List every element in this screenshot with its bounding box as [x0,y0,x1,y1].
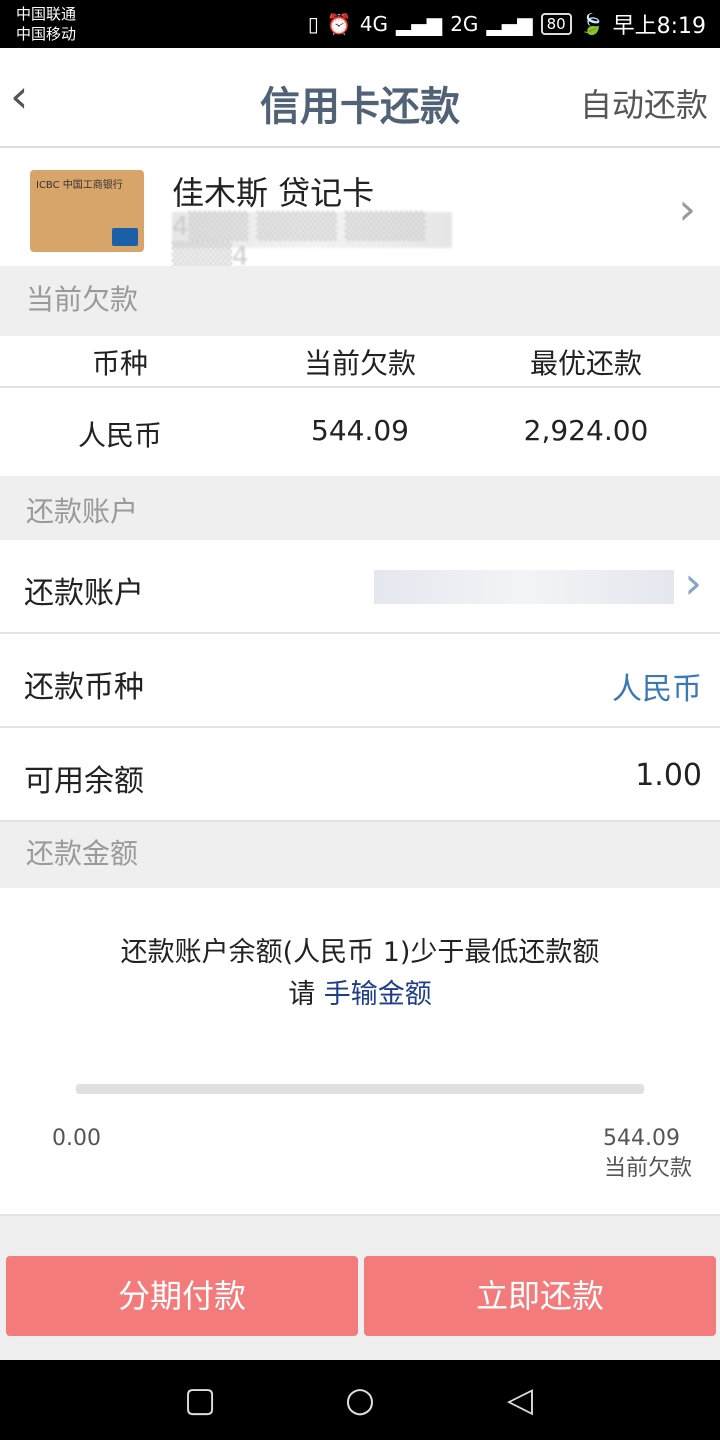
currency-value[interactable]: 人民币 [612,664,702,708]
signal-icon: ▂▄▆ [396,12,443,36]
debt-table: 币种 当前欠款 最优还款 人民币 544.09 2,924.00 [0,336,720,476]
section-amount: 还款金额 [0,822,720,888]
card-number-masked: 4▒▒▒ ▒▒▒▒ ▒▒▒▒ ▒▒▒4 [172,212,452,272]
manual-entry-prompt: 请 手输金额 [0,972,720,1011]
account-label: 还款账户 [24,576,144,611]
insufficient-message: 还款账户余额(人民币 1)少于最低还款额 [120,937,600,968]
nav-bar: ‹ 信用卡还款 自动还款 [0,48,720,148]
system-nav-bar: ▢ ○ ◁ [0,1360,720,1440]
leaf-icon: 🍃 [579,12,605,36]
slider-max: 544.09 [603,1126,680,1151]
auto-repay-button[interactable]: 自动还款 [580,80,708,126]
carriers: 中国联通 中国移动 [16,4,76,44]
column-header-optimal: 最优还款 [529,347,642,380]
network-2: 2G [450,12,479,36]
section-account-label: 还款账户 [26,495,139,528]
installment-button[interactable]: 分期付款 [6,1256,358,1336]
carrier-2: 中国移动 [16,25,77,43]
unionpay-icon [112,228,138,246]
prompt-prefix: 请 [288,979,316,1010]
column-header-debt: 当前欠款 [303,347,416,380]
slider-max-label: 当前欠款 [603,1156,692,1181]
manual-amount-link[interactable]: 手输金额 [324,979,432,1010]
bank-logo-text: ICBC 中国工商银行 [36,180,123,191]
back-nav-icon[interactable]: ◁ [500,1380,540,1420]
account-row[interactable]: 还款账户 › [0,540,720,634]
recent-apps-icon[interactable]: ▢ [180,1380,220,1420]
carrier-1: 中国联通 [16,5,77,23]
chevron-right-icon: › [678,184,696,235]
section-debt: 当前欠款 [0,266,720,336]
status-icons: ▯ ⏰ 4G ▂▄▆ 2G ▂▄▆ 80 🍃 早上8:19 [308,8,706,40]
balance-value: 1.00 [635,758,702,793]
chevron-right-icon: › [684,558,702,609]
card-image: ICBC 中国工商银行 [30,170,144,252]
status-bar: 中国联通 中国移动 ▯ ⏰ 4G ▂▄▆ 2G ▂▄▆ 80 🍃 早上8:19 [0,0,720,48]
slider-min: 0.00 [52,1126,101,1151]
home-icon[interactable]: ○ [340,1380,380,1420]
amount-panel: 还款账户余额(人民币 1)少于最低还款额 请 手输金额 0.00 544.09 … [0,888,720,1216]
cell-optimal: 2,924.00 [523,414,649,447]
balance-row: 可用余额 1.00 [0,728,720,822]
network-1: 4G [359,12,389,36]
cell-debt: 544.09 [311,414,409,447]
vibrate-icon: ▯ [307,12,319,36]
clock: 早上8:19 [612,14,706,39]
account-number-masked [374,570,674,604]
pay-now-button[interactable]: 立即还款 [364,1256,716,1336]
card-name: 佳木斯 贷记卡 [172,174,375,212]
table-divider [0,386,720,388]
card-selector[interactable]: ICBC 中国工商银行 佳木斯 贷记卡 4▒▒▒ ▒▒▒▒ ▒▒▒▒ ▒▒▒4 … [0,148,720,272]
battery-level: 80 [540,13,572,35]
signal-icon-2: ▂▄▆ [486,12,533,36]
amount-slider[interactable] [76,1084,644,1094]
section-account: 还款账户 [0,478,720,540]
alarm-icon: ⏰ [326,12,352,36]
currency-row[interactable]: 还款币种 人民币 [0,634,720,728]
column-header-currency: 币种 [91,347,148,380]
currency-label: 还款币种 [24,670,144,705]
balance-label: 可用余额 [24,764,144,799]
section-debt-label: 当前欠款 [26,283,139,316]
section-amount-label: 还款金额 [26,837,139,870]
cell-currency: 人民币 [77,419,162,452]
